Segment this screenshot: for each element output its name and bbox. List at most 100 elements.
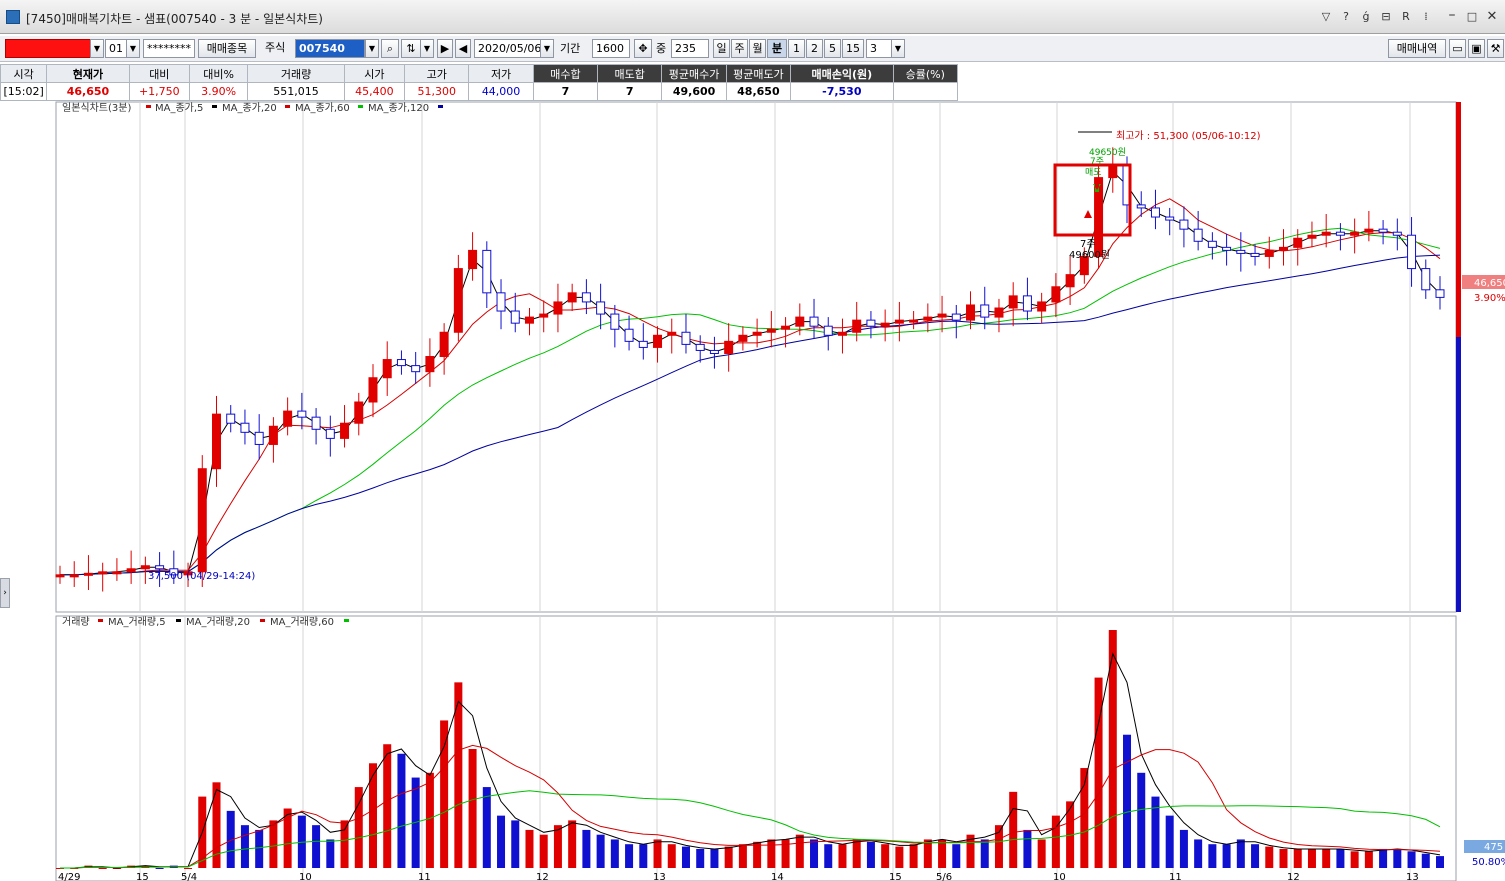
tab-2[interactable]: 2: [806, 39, 823, 58]
trade-item-button[interactable]: 매매종목: [198, 39, 256, 58]
window-title: [7450]매매복기차트 - 샘표(007540 - 3 분 - 일본식차트): [26, 12, 323, 26]
volume-bar: [1194, 839, 1203, 868]
date-dropdown-icon[interactable]: ▼: [540, 39, 554, 58]
trade-history-button[interactable]: 매매내역: [1388, 39, 1446, 58]
val-volume: 551,015: [247, 82, 345, 101]
val-avg-sell: 48,650: [725, 82, 792, 101]
volume-bar: [269, 820, 278, 868]
link-icon[interactable]: ǵ: [1358, 9, 1374, 25]
val-buy-sum: 7: [532, 82, 599, 101]
expand-sidebar-icon[interactable]: ›: [0, 578, 10, 608]
dropdown-icon[interactable]: ▽: [1318, 9, 1334, 25]
volume-bar: [312, 825, 321, 868]
candle-body: [681, 331, 691, 345]
volume-bar: [838, 844, 847, 868]
col-buy-sum: 매수합: [532, 64, 599, 83]
stock-code-input[interactable]: 007540: [295, 39, 365, 58]
interval-input[interactable]: 3: [866, 39, 892, 58]
close-icon[interactable]: ✕: [1484, 9, 1500, 25]
candle-body: [894, 319, 904, 324]
candle-body: [980, 304, 990, 318]
wrench-icon[interactable]: ⚒: [1487, 39, 1504, 58]
sort-icon[interactable]: ⇅: [401, 39, 421, 58]
account-dropdown-icon[interactable]: ▼: [90, 39, 104, 58]
legend-item: MA_종가,120: [368, 102, 429, 114]
volume-bar: [696, 848, 705, 868]
account-sub-dropdown-icon[interactable]: ▼: [126, 39, 140, 58]
col-avg-buy: 평균매수가: [661, 64, 727, 83]
mid-input[interactable]: 235: [671, 39, 709, 58]
chart-area[interactable]: 일본식차트(3분) MA_종가,5 MA_종가,20 MA_종가,60 MA_종…: [0, 100, 1505, 881]
x-axis-label: 13: [1406, 872, 1419, 881]
tab-day[interactable]: 일: [713, 39, 730, 58]
interval-dropdown-icon[interactable]: ▼: [891, 39, 905, 58]
volume-bar: [1165, 815, 1174, 868]
market-label[interactable]: 주식: [262, 39, 294, 58]
layout-icon[interactable]: ⊟: [1378, 9, 1394, 25]
chart-svg[interactable]: 일본식차트(3분) MA_종가,5 MA_종가,20 MA_종가,60 MA_종…: [0, 100, 1505, 881]
save-icon[interactable]: ▣: [1468, 39, 1485, 58]
candle-body: [211, 413, 221, 470]
volume-bar: [681, 846, 690, 868]
candle-body: [1364, 228, 1374, 233]
candle-body: [425, 356, 435, 373]
tab-minute[interactable]: 분: [767, 39, 787, 58]
code-dropdown-icon[interactable]: ▼: [365, 39, 379, 58]
tab-15[interactable]: 15: [842, 39, 864, 58]
sort-dropdown-icon[interactable]: ▼: [420, 39, 434, 58]
help-icon[interactable]: ?: [1338, 9, 1354, 25]
candle-body: [1250, 252, 1260, 257]
x-axis-label: 10: [299, 872, 312, 881]
volume-bar: [1137, 772, 1146, 868]
options-icon[interactable]: ⁞: [1418, 9, 1434, 25]
tab-month[interactable]: 월: [749, 39, 766, 58]
next-arrow-icon[interactable]: ▶: [437, 39, 453, 58]
open-folder-icon[interactable]: ▭: [1449, 39, 1466, 58]
volume-bar: [568, 820, 577, 868]
volume-bar: [667, 844, 676, 868]
candle-body: [69, 574, 79, 578]
tab-1[interactable]: 1: [788, 39, 805, 58]
candle-body: [1193, 228, 1203, 242]
price-panel[interactable]: [55, 101, 1457, 613]
refresh-icon[interactable]: R: [1398, 9, 1414, 25]
x-axis-label: 12: [536, 872, 549, 881]
volume-bar: [184, 868, 193, 869]
col-sell-sum: 매도합: [597, 64, 663, 83]
volume-bar: [1393, 848, 1402, 868]
current-volume-label: 475: [1484, 842, 1503, 853]
buy-price-label: 49600원: [1069, 249, 1110, 261]
candle-body: [823, 325, 833, 336]
col-change-pct: 대비%: [188, 64, 249, 83]
volume-bar: [1123, 734, 1132, 868]
candle-body: [1065, 274, 1075, 288]
password-input[interactable]: ********: [143, 39, 195, 58]
minimize-icon[interactable]: –: [1444, 8, 1460, 25]
maximize-icon[interactable]: □: [1464, 9, 1480, 25]
volume-bar: [610, 839, 619, 868]
settings-icon[interactable]: ✥: [634, 39, 652, 58]
period-input[interactable]: 1600: [592, 39, 630, 58]
account-sub-input[interactable]: 01: [105, 39, 127, 58]
tab-week[interactable]: 주: [731, 39, 748, 58]
search-icon[interactable]: ⌕: [381, 39, 399, 58]
volume-panel[interactable]: [55, 615, 1457, 881]
col-profit: 매매손익(원): [790, 64, 894, 83]
volume-bar: [1436, 856, 1444, 868]
x-axis-label: 11: [1169, 872, 1182, 881]
prev-arrow-icon[interactable]: ◀: [455, 39, 471, 58]
volume-bar: [1279, 848, 1288, 868]
current-pct-label: 3.90%: [1474, 293, 1505, 304]
x-axis-label: 15: [136, 872, 149, 881]
tab-5[interactable]: 5: [824, 39, 841, 58]
x-axis-label: 4/29: [58, 872, 80, 881]
mid-label: 중: [656, 42, 667, 55]
volume-bar: [1421, 853, 1430, 868]
col-time: 시각: [0, 64, 48, 83]
candle-body: [653, 334, 663, 348]
date-input[interactable]: 2020/05/06: [474, 39, 542, 58]
volume-bar: [240, 825, 249, 868]
candle-body: [1150, 207, 1160, 218]
candle-body: [880, 322, 890, 327]
account-input[interactable]: [5, 39, 93, 58]
